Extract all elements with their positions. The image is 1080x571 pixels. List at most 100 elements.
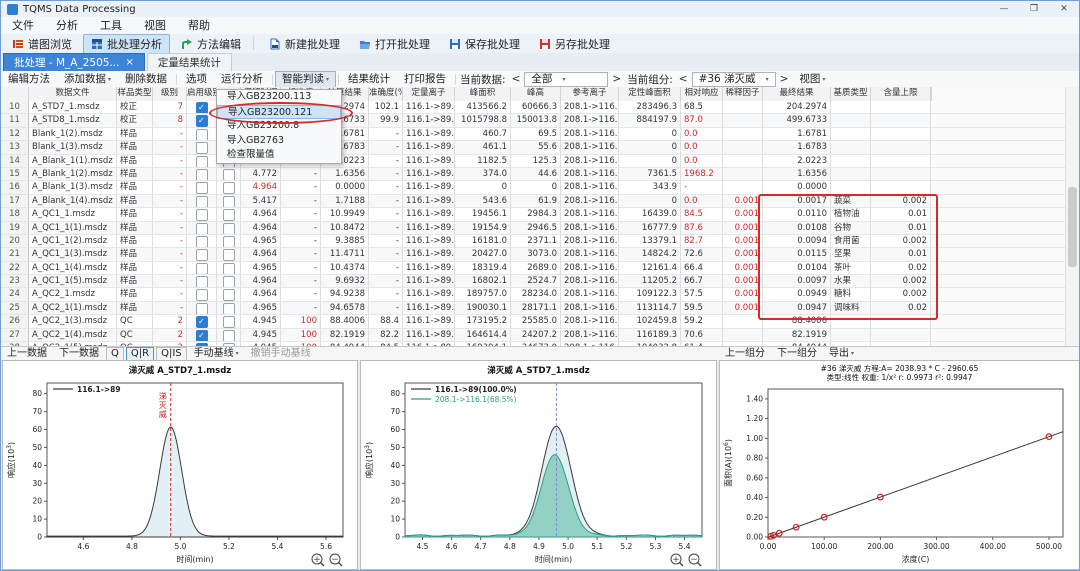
cell[interactable]: 208.1->116.1 <box>561 235 619 248</box>
cell[interactable]: - <box>153 275 187 288</box>
cell[interactable]: 94.9238 <box>321 288 369 301</box>
table-row[interactable]: 12Blank_1(2).msdz样品-1.6781-116.1->89.046… <box>1 128 1079 141</box>
cell[interactable]: - <box>153 302 187 315</box>
cell[interactable]: A_Blank_1(3).msdz <box>29 181 117 194</box>
cell[interactable]: - <box>281 222 321 235</box>
checkbox-unchecked-icon[interactable] <box>223 236 235 248</box>
cell[interactable]: - <box>281 262 321 275</box>
cell[interactable]: 116.1->89.0 <box>403 181 455 194</box>
cell[interactable]: 88.4006 <box>763 315 831 328</box>
cell[interactable]: 68.5 <box>681 101 723 114</box>
cell[interactable]: 0 <box>619 141 681 154</box>
cell[interactable]: 0.002 <box>871 275 931 288</box>
cell[interactable] <box>187 208 217 221</box>
cell[interactable]: 66.7 <box>681 275 723 288</box>
cell[interactable]: 100 <box>281 315 321 328</box>
cell[interactable]: 82.1919 <box>321 329 369 342</box>
cell[interactable]: 0.02 <box>871 302 931 315</box>
column-header-1[interactable]: 数据文件 <box>29 87 117 101</box>
row-number[interactable]: 11 <box>1 114 29 127</box>
checkbox-unchecked-icon[interactable] <box>196 196 208 208</box>
cell[interactable]: 61.9 <box>511 195 561 208</box>
table-row[interactable]: 18A_QC1_1.msdz样品-4.964-10.9949-116.1->89… <box>1 208 1079 221</box>
cell[interactable]: 样品 <box>117 302 153 315</box>
cell[interactable]: 461.1 <box>455 141 511 154</box>
cell[interactable] <box>187 141 217 154</box>
row-number[interactable]: 26 <box>1 315 29 328</box>
row-number[interactable]: 23 <box>1 275 29 288</box>
cell[interactable] <box>871 114 931 127</box>
cell[interactable]: 4.945 <box>241 315 281 328</box>
cell[interactable]: 116.1->89.0 <box>403 155 455 168</box>
cell[interactable]: 样品 <box>117 181 153 194</box>
cell[interactable]: 884197.9 <box>619 114 681 127</box>
cell[interactable]: - <box>369 155 403 168</box>
cell[interactable]: 208.1->116.1 <box>561 141 619 154</box>
context-menu-item-1[interactable]: 导入GB23200.121 <box>217 105 341 120</box>
cell[interactable]: 116.1->89.0 <box>403 128 455 141</box>
cell[interactable] <box>217 208 241 221</box>
cell[interactable]: 7361.5 <box>619 168 681 181</box>
row-number[interactable]: 27 <box>1 329 29 342</box>
cell[interactable]: - <box>369 128 403 141</box>
cell[interactable]: A_QC1_1(2).msdz <box>29 235 117 248</box>
cell[interactable]: 0 <box>619 195 681 208</box>
cell[interactable]: 0.001 <box>723 208 763 221</box>
cell[interactable]: 样品 <box>117 195 153 208</box>
cell[interactable]: 208.1->116.1 <box>561 128 619 141</box>
cell[interactable]: 116.1->89.0 <box>403 235 455 248</box>
checkbox-unchecked-icon[interactable] <box>223 263 235 275</box>
cell[interactable]: 208.1->116.1 <box>561 329 619 342</box>
cell[interactable]: 4.772 <box>241 168 281 181</box>
cell[interactable]: 样品 <box>117 275 153 288</box>
cell[interactable] <box>187 128 217 141</box>
cell[interactable]: 116.1->89.0 <box>403 329 455 342</box>
row-number[interactable]: 18 <box>1 208 29 221</box>
cell[interactable]: 164614.4 <box>455 329 511 342</box>
cell[interactable]: 109122.3 <box>619 288 681 301</box>
cell[interactable] <box>217 195 241 208</box>
cell[interactable]: 100 <box>281 329 321 342</box>
cell[interactable]: 5.417 <box>241 195 281 208</box>
cell[interactable]: 0.0097 <box>763 275 831 288</box>
cell[interactable]: 116.1->89.0 <box>403 208 455 221</box>
cell[interactable]: - <box>369 181 403 194</box>
maximize-button[interactable]: ❐ <box>1019 1 1049 17</box>
chart-toolbar-button-[interactable]: 上一数据 <box>1 348 53 360</box>
cell[interactable]: 70.6 <box>681 329 723 342</box>
cell[interactable]: 208.1->116.1 <box>561 262 619 275</box>
row-number[interactable]: 16 <box>1 181 29 194</box>
view-button[interactable]: 视图▾ <box>792 71 832 88</box>
cell[interactable]: 0.01 <box>871 222 931 235</box>
cell[interactable] <box>217 315 241 328</box>
cell[interactable]: 59.5 <box>681 302 723 315</box>
cell[interactable]: 102.1 <box>369 101 403 114</box>
cell[interactable]: - <box>369 168 403 181</box>
cell[interactable]: 样品 <box>117 248 153 261</box>
cell[interactable]: - <box>281 195 321 208</box>
cell[interactable]: - <box>369 262 403 275</box>
cell[interactable]: 208.1->116.1 <box>561 101 619 114</box>
cell[interactable]: 谷物 <box>831 222 871 235</box>
cell[interactable]: 0.001 <box>723 235 763 248</box>
cell[interactable]: - <box>281 248 321 261</box>
cell[interactable]: 116.1->89.0 <box>403 222 455 235</box>
cell[interactable]: 0.0 <box>681 155 723 168</box>
cell[interactable]: 0 <box>619 155 681 168</box>
cell[interactable]: 4.964 <box>241 208 281 221</box>
cell[interactable] <box>217 168 241 181</box>
cell[interactable]: 0.0947 <box>763 302 831 315</box>
cell[interactable]: 2524.7 <box>511 275 561 288</box>
column-header-0[interactable] <box>1 87 29 101</box>
cell[interactable]: 150013.8 <box>511 114 561 127</box>
cell[interactable]: 87.6 <box>681 222 723 235</box>
row-number[interactable]: 20 <box>1 235 29 248</box>
chart-toolbar-button-[interactable]: 上一组分 <box>719 348 771 360</box>
cell[interactable]: 28234.0 <box>511 288 561 301</box>
cell[interactable]: 0 <box>511 181 561 194</box>
cell[interactable]: - <box>153 195 187 208</box>
current-component-selector[interactable]: #36 涕灭威▾ <box>692 72 776 87</box>
cell[interactable]: 2.0223 <box>763 155 831 168</box>
cell[interactable]: 116189.3 <box>619 329 681 342</box>
cell[interactable] <box>723 114 763 127</box>
